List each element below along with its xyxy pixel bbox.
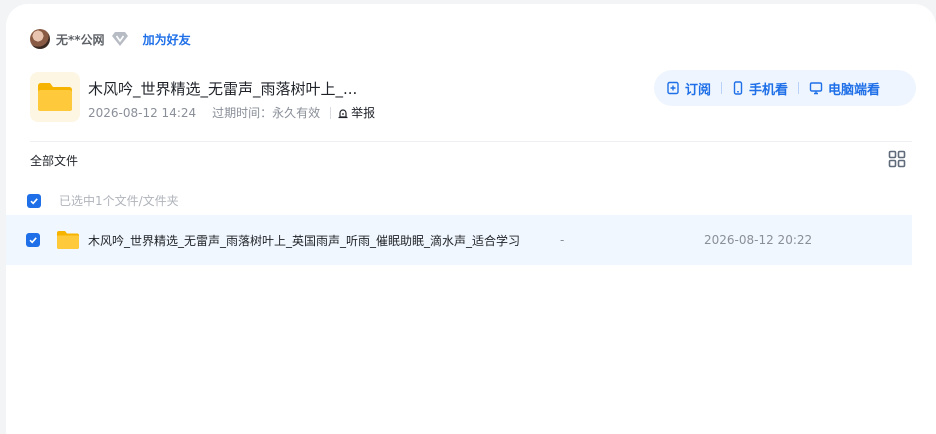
subscribe-label: 订阅 xyxy=(685,82,712,98)
vip-diamond-icon xyxy=(111,32,128,46)
monitor-icon xyxy=(809,82,823,95)
select-all-checkbox[interactable] xyxy=(27,193,41,208)
desktop-view-button[interactable]: 电脑端看 xyxy=(809,79,880,98)
add-friend-link[interactable]: 加为好友 xyxy=(143,31,191,48)
header-divider xyxy=(30,141,912,142)
select-all-row: 已选中1个文件/文件夹 xyxy=(27,192,179,209)
avatar[interactable] xyxy=(30,29,50,49)
desktop-view-label: 电脑端看 xyxy=(828,82,881,98)
share-title: 木风吟_世界精选_无雷声_雨落树叶上_... xyxy=(88,80,358,98)
expiry-label: 过期时间：永久有效 xyxy=(212,106,321,120)
action-bar: 订阅 手机看 电脑端看 xyxy=(654,70,916,106)
mobile-view-label: 手机看 xyxy=(749,82,789,98)
check-icon xyxy=(29,237,37,244)
phone-icon xyxy=(733,81,743,95)
subscribe-button[interactable]: 订阅 xyxy=(666,79,711,98)
check-icon xyxy=(30,197,38,204)
breadcrumb-all-files[interactable]: 全部文件 xyxy=(30,152,78,169)
share-meta: 2026-08-12 14:24 过期时间：永久有效 举报 xyxy=(88,104,375,121)
folder-icon xyxy=(57,231,79,249)
report-link[interactable]: 举报 xyxy=(337,104,375,121)
mobile-view-button[interactable]: 手机看 xyxy=(732,79,788,98)
share-date: 2026-08-12 14:24 xyxy=(88,105,197,120)
action-divider xyxy=(798,82,800,94)
subscribe-icon xyxy=(667,81,679,95)
table-row[interactable]: 木风吟_世界精选_无雷声_雨落树叶上_英国雨声_听雨_催眠助眠_滴水声_适合学习… xyxy=(6,215,912,265)
file-size: - xyxy=(560,233,565,247)
username: 无**公网 xyxy=(56,32,105,47)
report-label: 举报 xyxy=(351,106,376,120)
row-checkbox[interactable] xyxy=(26,233,40,247)
file-name[interactable]: 木风吟_世界精选_无雷声_雨落树叶上_英国雨声_听雨_催眠助眠_滴水声_适合学习 xyxy=(88,232,520,249)
share-card: 无**公网 加为好友 木风吟_世界精选_无雷声_雨落树叶上_... 2026-0… xyxy=(6,4,936,434)
action-divider xyxy=(721,82,723,94)
report-alarm-icon xyxy=(338,108,348,118)
grid-view-icon[interactable] xyxy=(888,150,906,168)
meta-divider xyxy=(330,106,332,119)
selection-count: 已选中1个文件/文件夹 xyxy=(59,194,179,208)
folder-icon xyxy=(30,72,80,122)
file-date: 2026-08-12 20:22 xyxy=(704,233,813,247)
sharer-info: 无**公网 加为好友 xyxy=(30,28,191,50)
